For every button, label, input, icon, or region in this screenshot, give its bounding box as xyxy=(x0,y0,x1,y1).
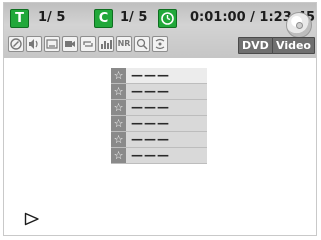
repeat-icon[interactable] xyxy=(80,36,96,52)
play-icon xyxy=(24,211,40,230)
chapter-badge: C xyxy=(94,9,113,28)
disc-icon xyxy=(286,12,312,38)
status-row: T 1/ 5 C 1/ 5 0:01:00 / 1:23:45 xyxy=(4,9,316,38)
subtitle-icon[interactable] xyxy=(44,36,60,52)
osd-screen: T 1/ 5 C 1/ 5 0:01:00 / 1:23:45 NR DVD V… xyxy=(3,2,317,236)
star-icon: ☆ xyxy=(111,84,126,99)
star-icon: ☆ xyxy=(111,68,126,83)
marker-value: ——— xyxy=(131,116,170,130)
sound-icon[interactable] xyxy=(26,36,42,52)
star-icon: ☆ xyxy=(111,132,126,147)
title-counter: 1/ 5 xyxy=(38,10,66,25)
status-bar: T 1/ 5 C 1/ 5 0:01:00 / 1:23:45 NR DVD V… xyxy=(4,3,316,58)
clock-icon xyxy=(158,9,177,28)
list-item[interactable]: ☆ ——— xyxy=(111,68,207,84)
audio-settings-icon[interactable] xyxy=(8,36,24,52)
dvd-mode-button[interactable]: DVD xyxy=(238,37,273,54)
title-badge: T xyxy=(10,9,29,28)
list-item[interactable]: ☆ ——— xyxy=(111,132,207,148)
star-icon: ☆ xyxy=(111,116,126,131)
marker-value: ——— xyxy=(131,132,170,146)
marker-value: ——— xyxy=(131,148,170,162)
marker-value: ——— xyxy=(131,68,170,82)
list-item[interactable]: ☆ ——— xyxy=(111,148,207,164)
star-icon: ☆ xyxy=(111,100,126,115)
zoom-icon[interactable] xyxy=(134,36,150,52)
surround-icon[interactable] xyxy=(152,36,168,52)
star-icon: ☆ xyxy=(111,148,126,163)
camera-angle-icon[interactable] xyxy=(62,36,78,52)
list-item[interactable]: ☆ ——— xyxy=(111,84,207,100)
marker-value: ——— xyxy=(131,84,170,98)
nr-icon[interactable]: NR xyxy=(116,36,132,52)
list-item[interactable]: ☆ ——— xyxy=(111,100,207,116)
function-icon-row: NR DVD Video xyxy=(8,36,316,54)
equalizer-icon[interactable] xyxy=(98,36,114,52)
marker-list: ☆ ——— ☆ ——— ☆ ——— ☆ ——— ☆ ——— ☆ ——— xyxy=(111,68,207,164)
list-item[interactable]: ☆ ——— xyxy=(111,116,207,132)
video-mode-button[interactable]: Video xyxy=(272,37,315,54)
chapter-counter: 1/ 5 xyxy=(120,10,148,25)
marker-value: ——— xyxy=(131,100,170,114)
